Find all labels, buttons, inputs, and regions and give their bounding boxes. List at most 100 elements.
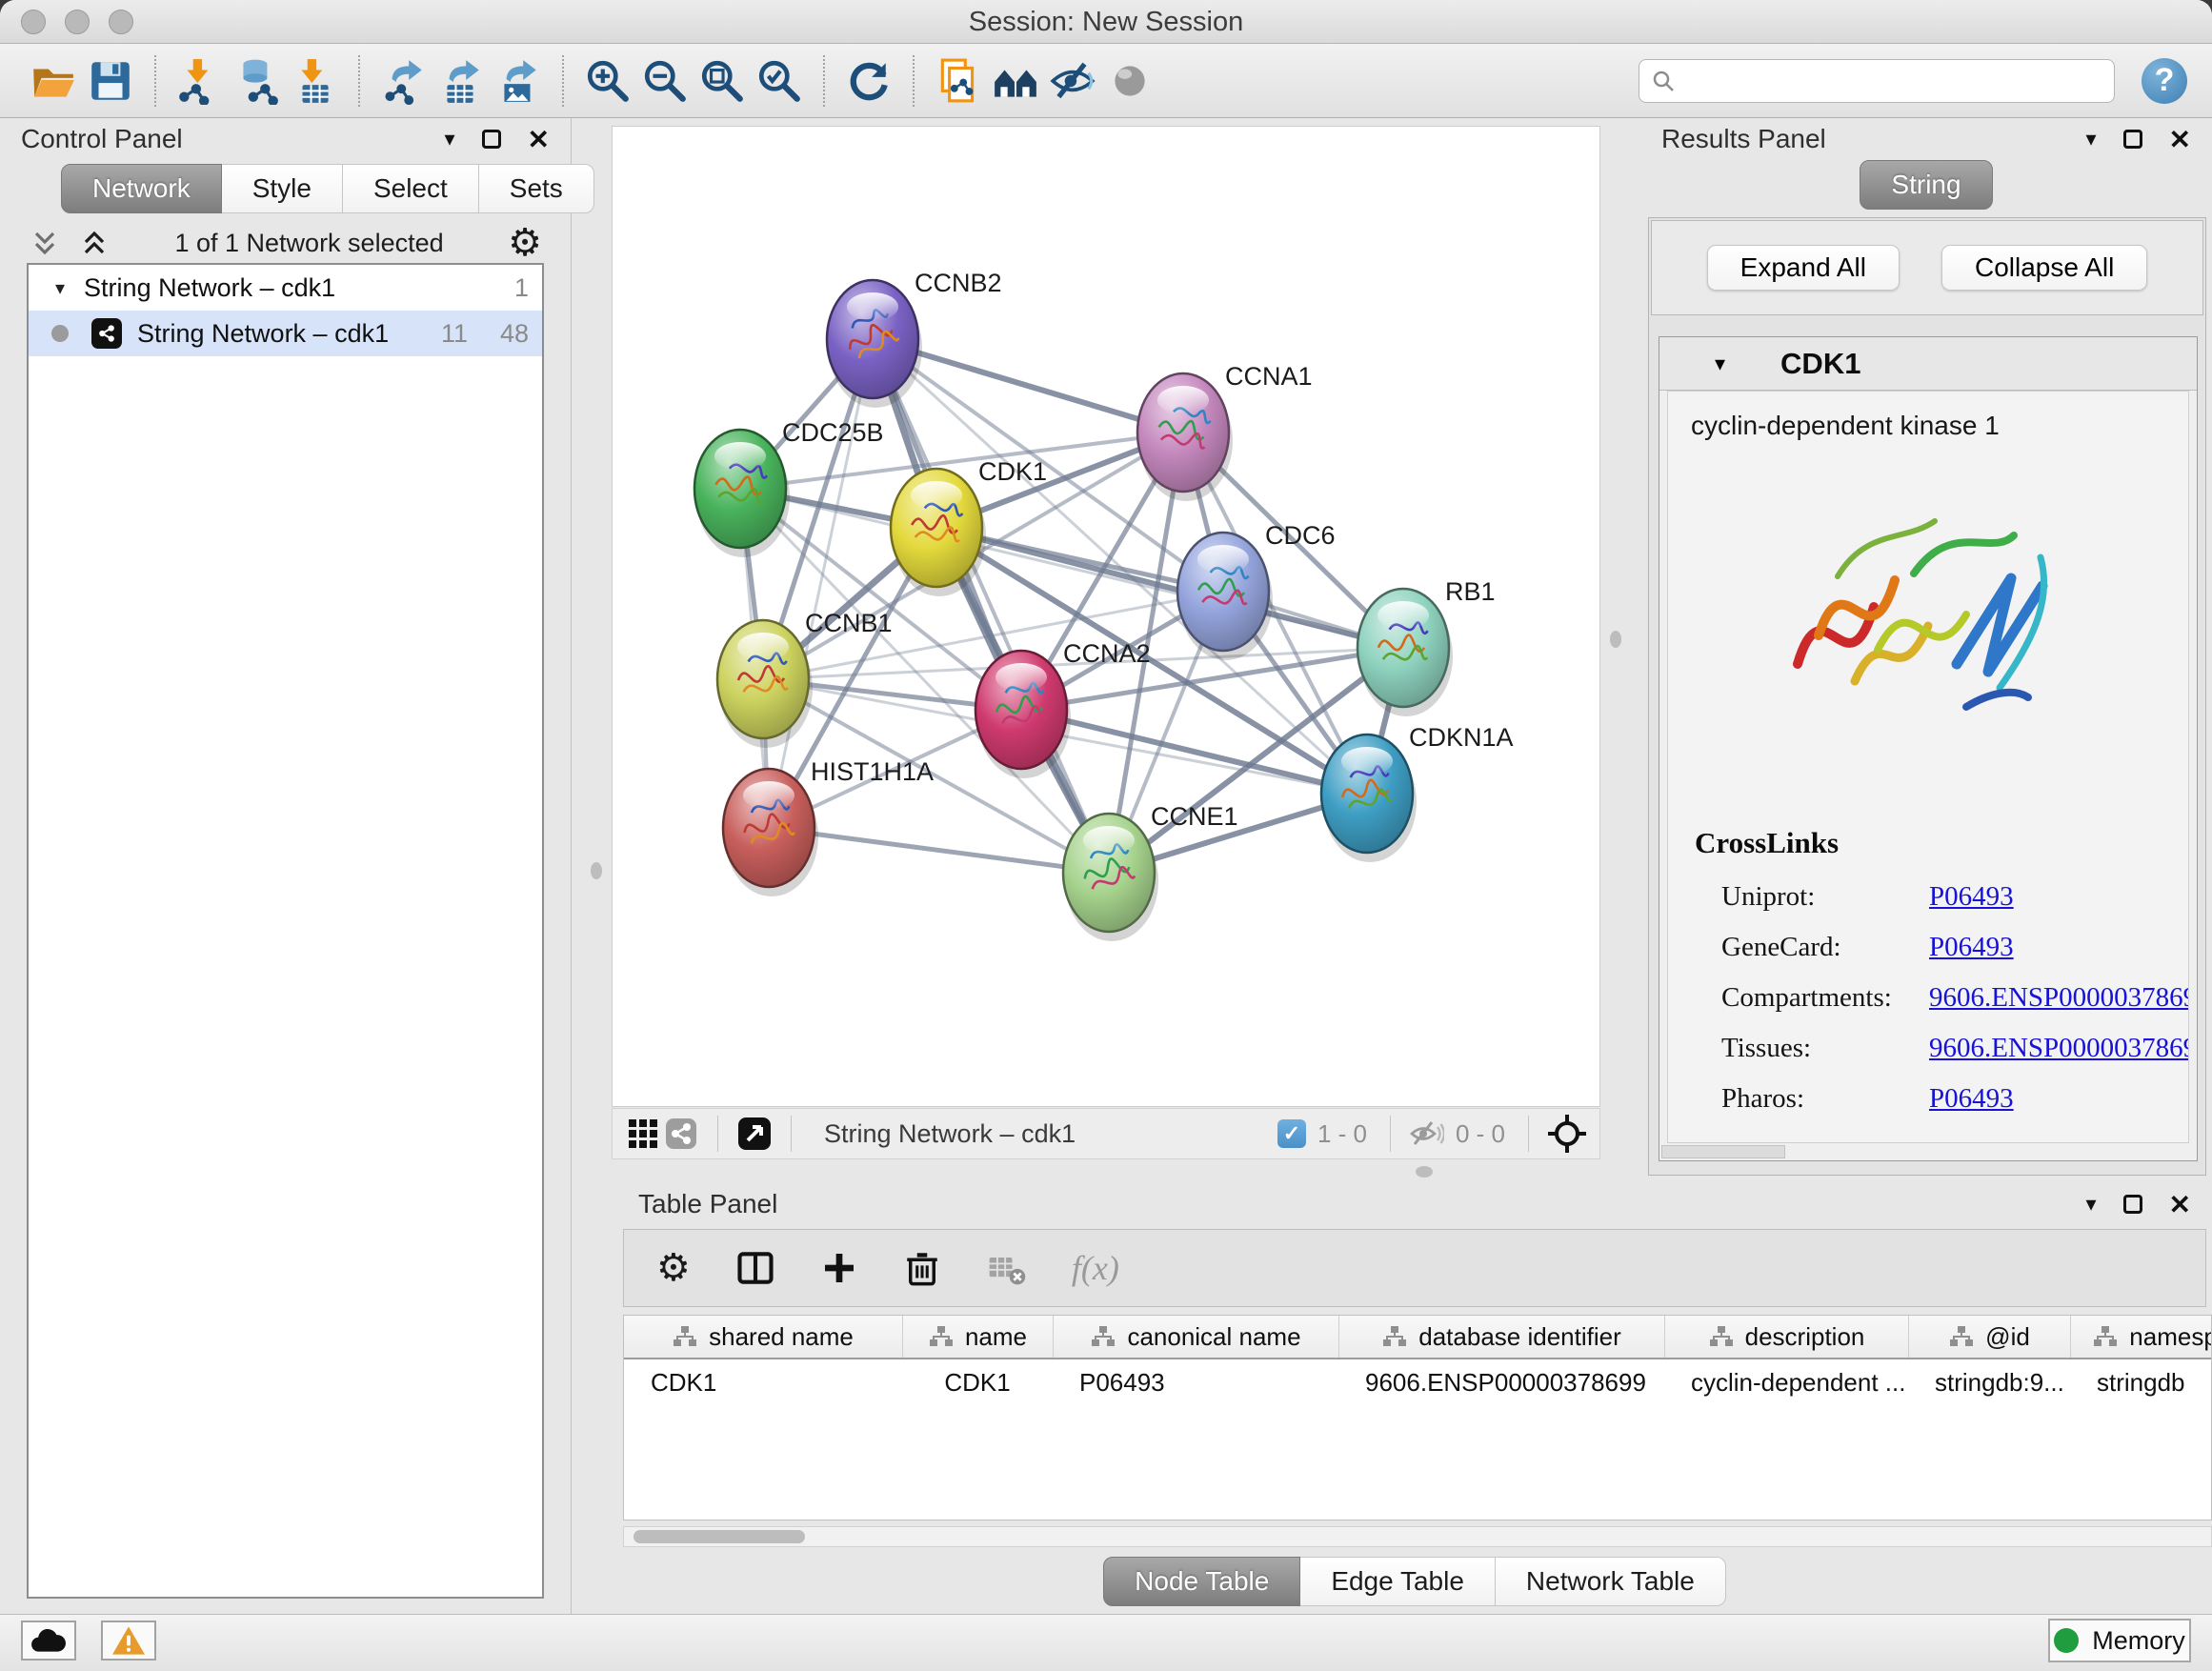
collection-caret-icon[interactable]: ▾	[55, 276, 65, 300]
selected-checkbox-icon[interactable]: ✓	[1277, 1119, 1306, 1148]
function-builder-icon: f(x)	[1072, 1248, 1119, 1288]
crosslink-link[interactable]: 9606.ENSP00000378699	[1929, 1033, 2189, 1064]
zoom-selected-button[interactable]	[751, 52, 808, 110]
network-collection-row[interactable]: ▾ String Network – cdk1 1	[29, 265, 542, 311]
expand-all-button[interactable]: Expand All	[1707, 245, 1900, 291]
string-home-button[interactable]	[987, 52, 1044, 110]
network-node-CDC6[interactable]: CDC6	[1177, 521, 1336, 660]
tab-string[interactable]: String	[1860, 160, 1992, 210]
network-from-document-button[interactable]	[930, 52, 987, 110]
column-header-canonical-name[interactable]: canonical name	[1053, 1316, 1338, 1358]
network-view-mode-icon[interactable]	[662, 1115, 700, 1153]
bottom-splitter-handle[interactable]	[1416, 1166, 1433, 1178]
crosslink-link[interactable]: P06493	[1929, 1083, 2014, 1115]
column-header-database-identifier[interactable]: database identifier	[1338, 1316, 1664, 1358]
fit-selected-crosshair-icon[interactable]	[1546, 1113, 1588, 1155]
help-button[interactable]: ?	[2142, 58, 2187, 104]
export-network-button[interactable]	[375, 52, 432, 110]
collapse-panel-icon[interactable]: ▾	[444, 127, 454, 151]
fit-content-button[interactable]	[694, 52, 751, 110]
import-network-from-file-icon	[176, 57, 224, 105]
float-panel-icon[interactable]	[482, 130, 501, 149]
close-results-icon[interactable]: ✕	[2169, 124, 2191, 155]
collapse-results-icon[interactable]: ▾	[2085, 127, 2096, 151]
crosslink-link[interactable]: 9606.ENSP00000378699	[1929, 982, 2189, 1014]
network-node-CCNB1[interactable]: CCNB1	[717, 609, 893, 748]
import-network-from-file-button[interactable]	[171, 52, 229, 110]
import-network-from-database-button[interactable]	[229, 52, 286, 110]
protein-card-header[interactable]: ▾ CDK1	[1659, 337, 2197, 391]
birds-eye-view-icon[interactable]	[735, 1115, 774, 1153]
network-row[interactable]: String Network – cdk1 11 48	[29, 311, 542, 356]
column-header-namespace[interactable]: namespace	[2070, 1316, 2212, 1358]
left-splitter-handle[interactable]	[591, 862, 602, 879]
grid-view-icon[interactable]	[624, 1115, 662, 1153]
tab-edge-table[interactable]: Edge Table	[1300, 1557, 1496, 1606]
table-scrollbar-thumb[interactable]	[633, 1530, 805, 1543]
show-all-button[interactable]	[1101, 52, 1158, 110]
protein-caret-icon[interactable]: ▾	[1715, 352, 1725, 376]
add-column-icon[interactable]	[820, 1249, 858, 1287]
close-panel-icon[interactable]: ✕	[528, 124, 550, 155]
tab-node-table[interactable]: Node Table	[1103, 1557, 1300, 1606]
tab-sets[interactable]: Sets	[479, 164, 594, 213]
import-table-from-file-button[interactable]	[286, 52, 343, 110]
network-options-gear-icon[interactable]: ⚙	[508, 224, 542, 262]
search-input[interactable]	[1685, 65, 2102, 96]
collapse-table-icon[interactable]: ▾	[2085, 1192, 2096, 1217]
network-node-CCNE1[interactable]: CCNE1	[1063, 802, 1238, 941]
network-node-CDC25B[interactable]: CDC25B	[694, 418, 884, 557]
column-header--id[interactable]: @id	[1908, 1316, 2070, 1358]
right-splitter-handle[interactable]	[1610, 631, 1621, 648]
expand-collapse-bar: Expand All Collapse All	[1651, 220, 2203, 315]
collapse-all-icon[interactable]	[29, 227, 61, 259]
close-table-icon[interactable]: ✕	[2169, 1189, 2191, 1220]
tab-network[interactable]: Network	[61, 164, 222, 213]
show-columns-icon[interactable]	[734, 1247, 776, 1289]
open-session-button[interactable]	[25, 52, 82, 110]
network-node-CCNB2[interactable]: CCNB2	[827, 269, 1002, 408]
tab-select[interactable]: Select	[343, 164, 479, 213]
refresh-view-icon	[845, 57, 893, 105]
column-header-shared-name[interactable]: shared name	[624, 1316, 902, 1358]
network-node-CCNA2[interactable]: CCNA2	[975, 639, 1151, 778]
control-panel-title: Control Panel	[21, 124, 183, 154]
results-scrollbar[interactable]	[1661, 1145, 1785, 1158]
collapse-all-button[interactable]: Collapse All	[1941, 245, 2147, 291]
float-results-icon[interactable]	[2123, 130, 2142, 149]
expand-all-icon[interactable]	[78, 227, 111, 259]
column-header-description[interactable]: description	[1664, 1316, 1908, 1358]
network-edge	[769, 339, 873, 828]
network-type-icon	[91, 318, 122, 349]
warning-status-button[interactable]	[101, 1621, 156, 1661]
delete-column-icon[interactable]	[902, 1248, 942, 1288]
refresh-view-button[interactable]	[840, 52, 897, 110]
network-from-document-icon	[935, 57, 982, 105]
table-options-gear-icon[interactable]: ⚙	[656, 1249, 691, 1287]
memory-button[interactable]: Memory	[2048, 1619, 2191, 1662]
search-box[interactable]	[1639, 59, 2115, 103]
zoom-selected-icon	[755, 57, 803, 105]
export-image-button[interactable]	[490, 52, 547, 110]
crosslink-link[interactable]: P06493	[1929, 932, 2014, 963]
cloud-status-button[interactable]	[21, 1621, 76, 1661]
hide-selected-button[interactable]	[1044, 52, 1101, 110]
save-session-button[interactable]	[82, 52, 139, 110]
zoom-in-button[interactable]	[579, 52, 636, 110]
tab-style[interactable]: Style	[222, 164, 343, 213]
float-table-icon[interactable]	[2123, 1195, 2142, 1214]
crosslink-link[interactable]: P06493	[1929, 881, 2014, 913]
table-horizontal-scrollbar[interactable]	[623, 1526, 2212, 1547]
network-node-HIST1H1A[interactable]: HIST1H1A	[723, 757, 934, 896]
table-row[interactable]: CDK1CDK1P064939606.ENSP00000378699cyclin…	[624, 1359, 2211, 1405]
table-cell: P06493	[1053, 1368, 1338, 1398]
column-header-name[interactable]: name	[902, 1316, 1053, 1358]
network-node-CDKN1A[interactable]: CDKN1A	[1321, 723, 1514, 862]
network-node-CCNA1[interactable]: CCNA1	[1137, 362, 1313, 501]
tab-network-table[interactable]: Network Table	[1496, 1557, 1726, 1606]
zoom-out-button[interactable]	[636, 52, 694, 110]
network-node-RB1[interactable]: RB1	[1357, 577, 1496, 716]
export-table-button[interactable]	[432, 52, 490, 110]
network-canvas[interactable]: CCNB2 CCNA1 CDC25B CDK1 CDC6 R	[612, 126, 1600, 1107]
crosslink-label: Tissues:	[1691, 1033, 1929, 1064]
